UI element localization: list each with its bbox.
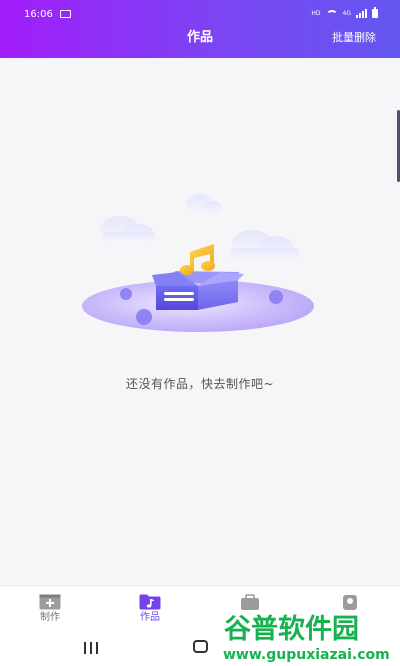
music-note-icon xyxy=(180,244,215,275)
empty-state-message: 还没有作品，快去制作吧~ xyxy=(125,377,275,391)
network-type: 4G xyxy=(342,9,351,17)
home-button[interactable] xyxy=(193,640,208,653)
recent-apps-button[interactable] xyxy=(84,642,98,654)
cloud-right xyxy=(230,230,300,260)
watermark-brand: 谷普软件园 xyxy=(224,613,359,645)
cloud-left xyxy=(100,216,156,244)
watermark-url: www.gupuxiazai.com xyxy=(223,647,390,663)
cloud-top xyxy=(186,194,222,215)
battery-icon xyxy=(372,7,378,18)
ball-left xyxy=(120,288,132,300)
app-header: 16:06 HD 4G 作品 批量删除 xyxy=(0,0,400,58)
image-notification-icon xyxy=(60,10,71,18)
empty-box-music-note-illustration xyxy=(82,194,314,332)
ball-right xyxy=(269,290,283,304)
ball-bottom xyxy=(136,309,152,325)
batch-delete-button[interactable]: 批量删除 xyxy=(332,31,376,45)
nav-label-create: 制作 xyxy=(40,612,60,623)
nav-item-create[interactable]: 制作 xyxy=(0,586,100,629)
status-bar: 16:06 HD 4G xyxy=(0,0,400,26)
watermark-logo: 谷普软件园 谷普软件园 www.gupuxiazai.com www.gupux… xyxy=(222,611,391,665)
nav-item-works[interactable]: 作品 xyxy=(100,586,200,629)
signal-icon xyxy=(356,9,367,18)
status-indicators: HD 4G xyxy=(311,7,378,18)
plus-window-icon xyxy=(39,594,61,610)
music-folder-icon xyxy=(139,594,161,610)
status-time: 16:06 xyxy=(24,9,53,20)
nav-label-works: 作品 xyxy=(140,612,160,623)
wifi-icon xyxy=(325,9,338,18)
hd-indicator: HD xyxy=(311,9,321,17)
